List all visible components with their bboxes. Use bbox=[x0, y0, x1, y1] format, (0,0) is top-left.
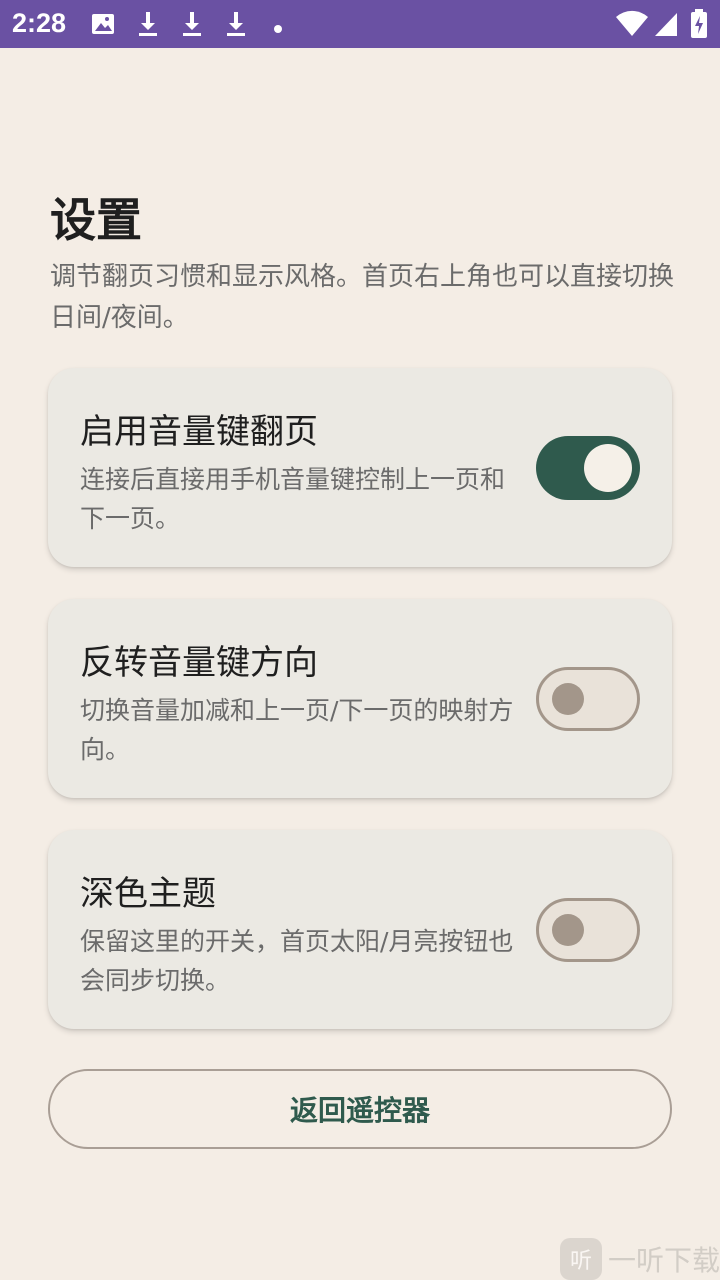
setting-card-volume-key-paging: 启用音量键翻页 连接后直接用手机音量键控制上一页和下一页。 bbox=[48, 368, 672, 567]
setting-description: 切换音量加减和上一页/下一页的映射方向。 bbox=[80, 696, 514, 764]
setting-description: 连接后直接用手机音量键控制上一页和下一页。 bbox=[80, 465, 506, 533]
back-to-remote-button[interactable]: 返回遥控器 bbox=[48, 1069, 672, 1149]
toggle-knob bbox=[552, 683, 584, 715]
wifi-icon bbox=[616, 10, 648, 42]
setting-title: 启用音量键翻页 bbox=[80, 412, 318, 452]
battery-icon bbox=[690, 9, 708, 43]
watermark: 听 一听下载 bbox=[560, 1238, 720, 1280]
status-time: 2:28 bbox=[12, 8, 67, 38]
download-icon bbox=[180, 11, 204, 41]
download-icon bbox=[224, 11, 248, 41]
page-title: 设置 bbox=[50, 193, 142, 247]
page-description: 调节翻页习惯和显示风格。首页右上角也可以直接切换日间/夜间。 bbox=[50, 262, 675, 333]
setting-card-reverse-volume-direction: 反转音量键方向 切换音量加减和上一页/下一页的映射方向。 bbox=[48, 599, 672, 798]
signal-icon bbox=[654, 11, 678, 41]
watermark-logo-icon: 听 bbox=[560, 1238, 602, 1280]
setting-title: 反转音量键方向 bbox=[80, 643, 318, 683]
setting-card-dark-theme: 深色主题 保留这里的开关，首页太阳/月亮按钮也会同步切换。 bbox=[48, 830, 672, 1029]
image-icon bbox=[90, 11, 116, 41]
dot-icon bbox=[273, 19, 283, 38]
toggle-knob bbox=[584, 444, 632, 492]
setting-description: 保留这里的开关，首页太阳/月亮按钮也会同步切换。 bbox=[80, 927, 514, 995]
reverse-volume-direction-toggle[interactable] bbox=[536, 667, 640, 731]
watermark-text: 一听下载 bbox=[608, 1244, 720, 1277]
download-icon bbox=[136, 11, 160, 41]
volume-key-paging-toggle[interactable] bbox=[536, 436, 640, 500]
setting-title: 深色主题 bbox=[80, 874, 216, 914]
status-bar: 2:28 bbox=[0, 0, 720, 48]
dark-theme-toggle[interactable] bbox=[536, 898, 640, 962]
toggle-knob bbox=[552, 914, 584, 946]
